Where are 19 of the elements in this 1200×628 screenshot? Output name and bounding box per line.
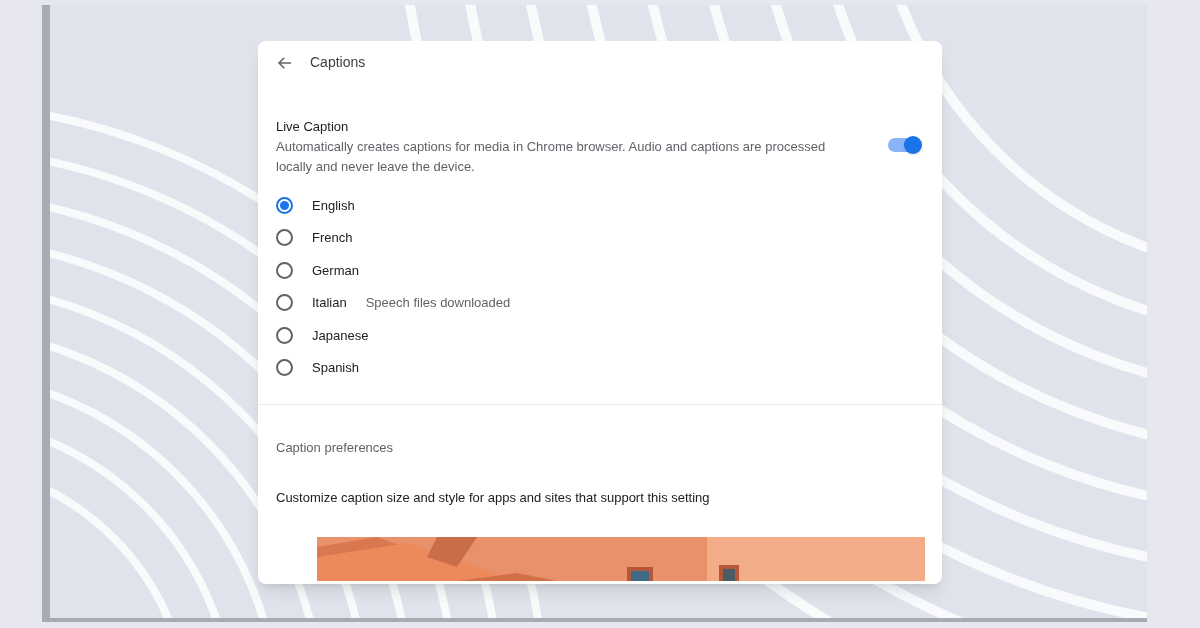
radio-button[interactable] (276, 229, 293, 247)
language-label: Spanish (312, 359, 359, 377)
language-label: English (312, 196, 355, 215)
section-description: Customize caption size and style for apps and sites that support this setting (275, 488, 711, 507)
toggle-switch[interactable] (888, 138, 920, 152)
language-label: Japanese (312, 326, 369, 345)
status-text: Speech files downloaded (365, 294, 511, 312)
radio-button[interactable] (276, 261, 293, 279)
language-label: German (312, 261, 359, 280)
radio-button[interactable] (276, 326, 293, 344)
radio-button[interactable] (276, 294, 293, 312)
setting-label: Live Caption (276, 118, 350, 136)
radio-button[interactable] (276, 359, 293, 377)
section-heading: Caption preferences (275, 439, 395, 457)
radio-button[interactable] (276, 196, 293, 214)
language-label: Italian (312, 294, 347, 312)
setting-description: Automatically creates captions for media in Chrome browser. Audio and captions are processed locally and never leave the device. (276, 138, 827, 176)
page-title: Captions (310, 53, 366, 72)
language-label: French (312, 229, 353, 247)
